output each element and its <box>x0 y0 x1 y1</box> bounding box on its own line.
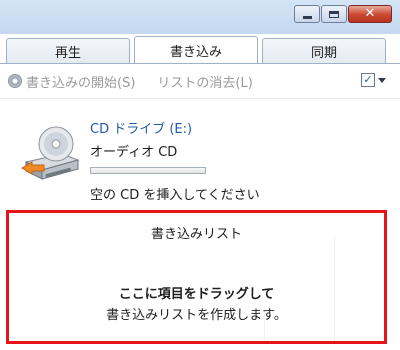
clear-list-button[interactable]: リストの消去(L) <box>157 72 252 91</box>
drive-info: CD ドライブ (E:) オーディオ CD 空の CD を挿入してください <box>90 118 260 203</box>
tab-play-label: 再生 <box>54 46 81 61</box>
burn-toolbar: 書き込みの開始(S) リストの消去(L) ✓ <box>0 64 400 98</box>
maximize-button[interactable] <box>321 5 347 23</box>
insert-disc-prompt: 空の CD を挿入してください <box>90 188 260 203</box>
tab-burn-label: 書き込み <box>169 45 222 60</box>
burn-list-subhint: 書き込みリストを作成します。 <box>106 308 287 323</box>
tab-bar: 再生 書き込み 同期 <box>6 36 386 64</box>
clear-list-label: リストの消去(L) <box>157 75 253 91</box>
tab-play[interactable]: 再生 <box>6 38 130 64</box>
drive-type: オーディオ CD <box>90 145 178 160</box>
toolbar-divider <box>0 98 400 99</box>
close-icon: ✕ <box>364 6 376 21</box>
tab-sync-label: 同期 <box>310 46 337 61</box>
start-burn-label: 書き込みの開始(S) <box>26 75 136 91</box>
minimize-button[interactable] <box>294 5 320 23</box>
close-button[interactable]: ✕ <box>348 5 392 23</box>
window-title-bar: ✕ <box>0 0 400 34</box>
tab-burn[interactable]: 書き込み <box>134 36 258 64</box>
start-burn-button[interactable]: 書き込みの開始(S) <box>8 72 135 91</box>
chevron-down-icon <box>378 77 386 83</box>
list-options-button[interactable]: ✓ <box>361 73 386 87</box>
burn-list-panel[interactable]: 書き込みリスト ここに項目をドラッグして 書き込みリストを作成します。 <box>6 210 387 344</box>
maximize-icon <box>329 10 339 18</box>
drive-title[interactable]: CD ドライブ (E:) <box>90 118 260 137</box>
burn-list-hint: ここに項目をドラッグして <box>118 287 275 302</box>
disc-icon <box>8 74 22 88</box>
caption-buttons: ✕ <box>293 5 392 23</box>
minimize-icon <box>302 15 312 19</box>
capacity-bar <box>90 167 206 174</box>
burn-list-title: 書き込みリスト <box>150 227 242 242</box>
checkbox-icon: ✓ <box>361 73 375 87</box>
tab-sync[interactable]: 同期 <box>262 38 386 64</box>
cd-drive-icon <box>21 126 80 180</box>
